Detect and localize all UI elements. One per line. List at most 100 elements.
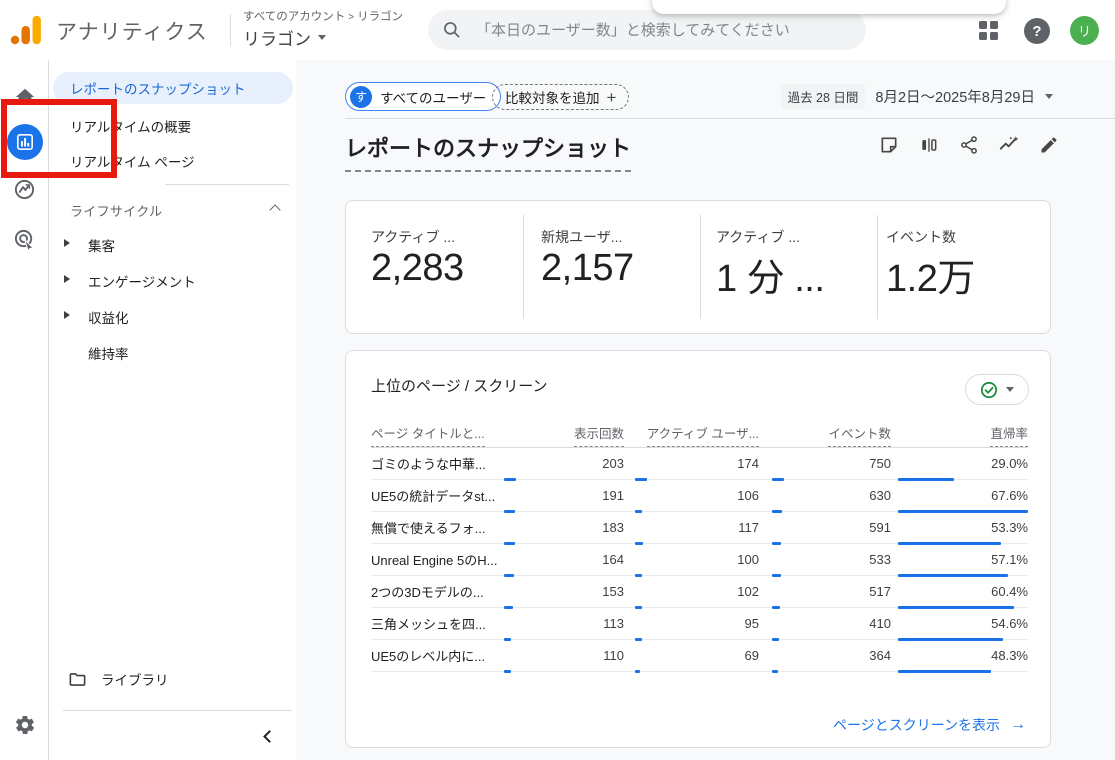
row-users-cell: 95 xyxy=(624,616,759,631)
top-pages-card: 上位のページ / スクリーン ページ タイトルと... 表示回数 アクティブ ユ… xyxy=(345,350,1051,748)
share-icon xyxy=(959,135,979,155)
metric-bar xyxy=(635,670,640,673)
row-title-cell: UE5の統計データst... xyxy=(371,486,521,505)
share-button[interactable] xyxy=(958,134,980,156)
collapse-section-icon[interactable] xyxy=(269,204,280,215)
row-users-cell: 117 xyxy=(624,520,759,535)
expand-arrow-icon[interactable] xyxy=(64,311,70,319)
column-header-bounce-rate[interactable]: 直帰率 xyxy=(891,423,1028,447)
comparison-button[interactable] xyxy=(918,134,940,156)
row-title-cell: UE5のレベル内に... xyxy=(371,646,521,665)
google-analytics-logo-icon[interactable] xyxy=(10,15,42,45)
row-events-cell: 410 xyxy=(759,616,891,631)
table-row: ゴミのような中華...20317475029.0% xyxy=(371,448,1028,480)
help-icon[interactable]: ? xyxy=(1024,18,1050,44)
table-header-row: ページ タイトルと... 表示回数 アクティブ ユーザ... イベント数 直帰率 xyxy=(371,417,1028,447)
table-row: 無償で使えるフォ...18311759153.3% xyxy=(371,512,1028,544)
lifecycle-section-header: ライフサイクル xyxy=(70,201,162,220)
advertising-nav-button[interactable] xyxy=(0,228,49,251)
row-views-cell: 191 xyxy=(521,488,624,503)
card-title: 上位のページ / スクリーン xyxy=(371,375,547,396)
search-icon xyxy=(442,20,462,40)
metric-bar xyxy=(504,670,511,673)
row-views-cell: 203 xyxy=(521,456,624,471)
column-header-event-count[interactable]: イベント数 xyxy=(759,423,891,447)
table-row: 三角メッシュを四...1139541054.6% xyxy=(371,608,1028,640)
column-header-views[interactable]: 表示回数 xyxy=(521,423,624,447)
row-title-cell: 無償で使えるフォ... xyxy=(371,518,521,537)
row-users-cell: 174 xyxy=(624,456,759,471)
report-toolbar xyxy=(878,134,1060,156)
metric-divider xyxy=(523,215,524,319)
view-pages-link[interactable]: ページとスクリーンを表示 → xyxy=(833,715,1026,735)
row-events-cell: 364 xyxy=(759,648,891,663)
row-views-cell: 113 xyxy=(521,616,624,631)
date-range-text: 8月2日〜2025年8月29日 xyxy=(875,86,1035,107)
row-users-cell: 69 xyxy=(624,648,759,663)
search-input[interactable] xyxy=(476,22,816,39)
row-events-cell: 630 xyxy=(759,488,891,503)
row-title-cell: 2つの3Dモデルの... xyxy=(371,582,521,601)
notes-button[interactable] xyxy=(878,134,900,156)
row-views-cell: 110 xyxy=(521,648,624,663)
row-title-cell: ゴミのような中華... xyxy=(371,454,521,473)
search-bar[interactable] xyxy=(428,10,866,50)
sidebar-item-acquisition[interactable]: 集客 xyxy=(88,235,115,255)
expand-arrow-icon[interactable] xyxy=(64,275,70,283)
row-users-cell: 106 xyxy=(624,488,759,503)
plus-icon: + xyxy=(607,89,617,106)
advertising-icon xyxy=(13,228,36,251)
admin-settings-button[interactable] xyxy=(0,714,49,736)
avatar[interactable]: リ xyxy=(1070,16,1099,45)
expand-arrow-icon[interactable] xyxy=(64,239,70,247)
column-header-page-title[interactable]: ページ タイトルと... xyxy=(371,423,521,447)
pencil-icon xyxy=(1039,135,1059,155)
caret-down-icon xyxy=(1006,387,1014,392)
row-bounce-cell: 60.4% xyxy=(891,584,1028,599)
metric-bar xyxy=(898,670,991,673)
row-users-cell: 100 xyxy=(624,552,759,567)
segment-chip-all-users[interactable]: す すべてのユーザー xyxy=(345,82,501,111)
apps-grid-icon[interactable] xyxy=(979,21,999,41)
collapse-sidebar-icon[interactable] xyxy=(263,730,276,743)
note-icon xyxy=(879,135,899,155)
sidebar-item-library[interactable]: ライブラリ xyxy=(68,669,169,689)
row-title-cell: Unreal Engine 5のH... xyxy=(371,550,521,569)
page-title: レポートのスナップショット xyxy=(345,131,631,172)
sidebar-item-monetization[interactable]: 収益化 xyxy=(88,307,129,327)
metric-divider xyxy=(877,215,878,319)
property-selector[interactable]: リラゴン xyxy=(243,25,326,50)
breadcrumb[interactable]: すべてのアカウント>リラゴン xyxy=(243,8,403,24)
sidebar-divider xyxy=(165,184,289,185)
date-range-badge: 過去 28 日間 xyxy=(781,84,866,109)
row-views-cell: 153 xyxy=(521,584,624,599)
caret-down-icon xyxy=(1045,94,1053,99)
edit-button[interactable] xyxy=(1038,134,1060,156)
sidebar-item-engagement[interactable]: エンゲージメント xyxy=(88,271,196,291)
report-content: す すべてのユーザー 比較対象を追加 + 過去 28 日間 8月2日〜2025年… xyxy=(296,60,1115,760)
analytics-dashboard: アナリティクス すべてのアカウント>リラゴン リラゴン ? リ xyxy=(0,0,1115,760)
overlay-popup xyxy=(652,0,1006,14)
segment-badge: す xyxy=(350,86,372,108)
data-quality-button[interactable] xyxy=(965,374,1029,405)
arrow-right-icon: → xyxy=(1010,716,1026,734)
insights-button[interactable] xyxy=(998,134,1020,156)
row-users-cell: 102 xyxy=(624,584,759,599)
column-header-active-users[interactable]: アクティブ ユーザ... xyxy=(624,423,759,447)
caret-down-icon xyxy=(318,35,326,40)
compare-icon xyxy=(919,135,939,155)
date-range-picker[interactable]: 過去 28 日間 8月2日〜2025年8月29日 xyxy=(781,84,1053,109)
explore-nav-button[interactable] xyxy=(0,178,49,201)
row-events-cell: 533 xyxy=(759,552,891,567)
row-events-cell: 750 xyxy=(759,456,891,471)
header-divider xyxy=(230,14,231,46)
row-bounce-cell: 57.1% xyxy=(891,552,1028,567)
sidebar-item-retention[interactable]: 維持率 xyxy=(88,343,129,363)
add-comparison-chip[interactable]: 比較対象を追加 + xyxy=(492,84,629,110)
table-row: UE5の統計データst...19110663067.6% xyxy=(371,480,1028,512)
product-name: アナリティクス xyxy=(56,16,208,46)
header-rule xyxy=(345,118,1115,119)
explore-icon xyxy=(13,178,36,201)
table-row: Unreal Engine 5のH...16410053357.1% xyxy=(371,544,1028,576)
metrics-summary-card: アクティブ ... 2,283 新規ユーザ... 2,157 アクティブ ...… xyxy=(345,200,1051,334)
